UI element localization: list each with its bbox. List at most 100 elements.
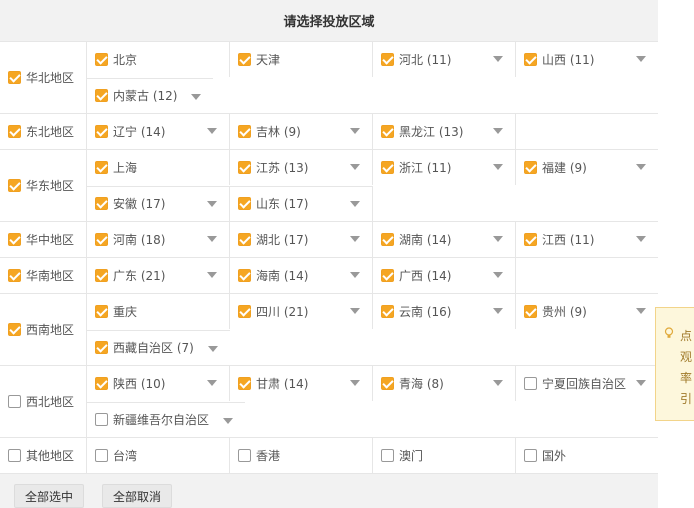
province-item[interactable]: 江西 (11)	[516, 222, 658, 257]
chevron-down-icon[interactable]	[350, 272, 360, 278]
chevron-down-icon[interactable]	[350, 128, 360, 134]
chevron-down-icon[interactable]	[636, 56, 646, 62]
province-item[interactable]: 青海 (8)	[373, 366, 516, 401]
province-checkbox[interactable]	[95, 53, 108, 66]
province-checkbox[interactable]	[238, 197, 251, 210]
province-checkbox[interactable]	[95, 89, 108, 102]
chevron-down-icon[interactable]	[636, 308, 646, 314]
province-checkbox[interactable]	[95, 197, 108, 210]
chevron-down-icon[interactable]	[493, 380, 503, 386]
province-checkbox[interactable]	[95, 341, 108, 354]
region-checkbox[interactable]	[8, 395, 21, 408]
province-checkbox[interactable]	[238, 233, 251, 246]
region-cell[interactable]: 西南地区	[0, 294, 87, 365]
province-checkbox[interactable]	[524, 233, 537, 246]
province-checkbox[interactable]	[95, 305, 108, 318]
province-checkbox[interactable]	[95, 233, 108, 246]
chevron-down-icon[interactable]	[493, 128, 503, 134]
region-cell[interactable]: 其他地区	[0, 438, 87, 473]
deselect-all-button[interactable]: 全部取消	[102, 484, 173, 508]
province-item[interactable]: 黑龙江 (13)	[373, 114, 516, 149]
province-checkbox[interactable]	[95, 269, 108, 282]
chevron-down-icon[interactable]	[493, 236, 503, 242]
region-cell[interactable]: 华北地区	[0, 42, 87, 113]
region-cell[interactable]: 华中地区	[0, 222, 87, 257]
chevron-down-icon[interactable]	[350, 380, 360, 386]
province-item[interactable]: 香港	[230, 438, 373, 473]
chevron-down-icon[interactable]	[207, 200, 217, 207]
province-item[interactable]: 台湾	[87, 438, 230, 473]
province-checkbox[interactable]	[95, 413, 108, 426]
province-item[interactable]: 河北 (11)	[373, 42, 516, 77]
chevron-down-icon[interactable]	[350, 200, 360, 207]
chevron-down-icon[interactable]	[207, 236, 217, 242]
region-checkbox[interactable]	[8, 233, 21, 246]
province-item[interactable]: 浙江 (11)	[373, 150, 516, 185]
region-cell[interactable]: 东北地区	[0, 114, 87, 149]
province-item[interactable]: 海南 (14)	[230, 258, 373, 293]
province-checkbox[interactable]	[238, 305, 251, 318]
chevron-down-icon[interactable]	[223, 417, 234, 424]
province-item[interactable]: 辽宁 (14)	[87, 114, 230, 149]
province-item[interactable]: 内蒙古 (12)	[87, 77, 214, 113]
province-item[interactable]: 新疆维吾尔自治区	[87, 401, 246, 437]
region-checkbox[interactable]	[8, 449, 21, 462]
province-checkbox[interactable]	[381, 449, 394, 462]
chevron-down-icon[interactable]	[207, 272, 217, 278]
province-checkbox[interactable]	[381, 161, 394, 174]
province-checkbox[interactable]	[238, 377, 251, 390]
province-checkbox[interactable]	[381, 233, 394, 246]
province-item[interactable]: 四川 (21)	[230, 294, 373, 329]
region-checkbox[interactable]	[8, 71, 21, 84]
region-cell[interactable]: 西北地区	[0, 366, 87, 437]
province-item[interactable]: 宁夏回族自治区	[516, 366, 658, 401]
chevron-down-icon[interactable]	[636, 236, 646, 242]
province-item[interactable]: 重庆	[87, 294, 230, 329]
province-checkbox[interactable]	[381, 269, 394, 282]
province-item[interactable]: 云南 (16)	[373, 294, 516, 329]
province-checkbox[interactable]	[524, 377, 537, 390]
province-item[interactable]: 天津	[230, 42, 373, 77]
chevron-down-icon[interactable]	[350, 308, 360, 314]
province-checkbox[interactable]	[524, 53, 537, 66]
chevron-down-icon[interactable]	[207, 128, 217, 134]
province-item[interactable]: 福建 (9)	[516, 150, 658, 185]
region-checkbox[interactable]	[8, 125, 21, 138]
province-checkbox[interactable]	[524, 161, 537, 174]
chevron-down-icon[interactable]	[493, 272, 503, 278]
province-checkbox[interactable]	[381, 305, 394, 318]
chevron-down-icon[interactable]	[350, 236, 360, 242]
province-checkbox[interactable]	[381, 377, 394, 390]
province-item[interactable]: 北京	[87, 42, 230, 77]
province-item[interactable]: 广西 (14)	[373, 258, 516, 293]
province-item[interactable]: 湖北 (17)	[230, 222, 373, 257]
province-item[interactable]: 山东 (17)	[230, 185, 373, 221]
province-item[interactable]: 国外	[516, 438, 658, 473]
province-item[interactable]: 江苏 (13)	[230, 150, 373, 185]
province-item[interactable]: 上海	[87, 150, 230, 185]
province-item[interactable]: 陕西 (10)	[87, 366, 230, 401]
province-item[interactable]: 澳门	[373, 438, 516, 473]
chevron-down-icon[interactable]	[207, 345, 218, 352]
chevron-down-icon[interactable]	[493, 308, 503, 314]
province-checkbox[interactable]	[238, 125, 251, 138]
chevron-down-icon[interactable]	[207, 380, 217, 386]
province-checkbox[interactable]	[381, 53, 394, 66]
province-checkbox[interactable]	[95, 449, 108, 462]
province-item[interactable]: 西藏自治区 (7)	[87, 329, 230, 365]
chevron-down-icon[interactable]	[636, 380, 646, 386]
province-checkbox[interactable]	[95, 377, 108, 390]
province-checkbox[interactable]	[524, 449, 537, 462]
chevron-down-icon[interactable]	[636, 164, 646, 170]
province-item[interactable]: 河南 (18)	[87, 222, 230, 257]
region-cell[interactable]: 华南地区	[0, 258, 87, 293]
region-checkbox[interactable]	[8, 323, 21, 336]
province-item[interactable]: 吉林 (9)	[230, 114, 373, 149]
province-item[interactable]: 安徽 (17)	[87, 185, 230, 221]
chevron-down-icon[interactable]	[493, 164, 503, 170]
chevron-down-icon[interactable]	[350, 164, 360, 170]
province-item[interactable]: 广东 (21)	[87, 258, 230, 293]
region-checkbox[interactable]	[8, 179, 21, 192]
province-checkbox[interactable]	[95, 125, 108, 138]
province-item[interactable]: 湖南 (14)	[373, 222, 516, 257]
